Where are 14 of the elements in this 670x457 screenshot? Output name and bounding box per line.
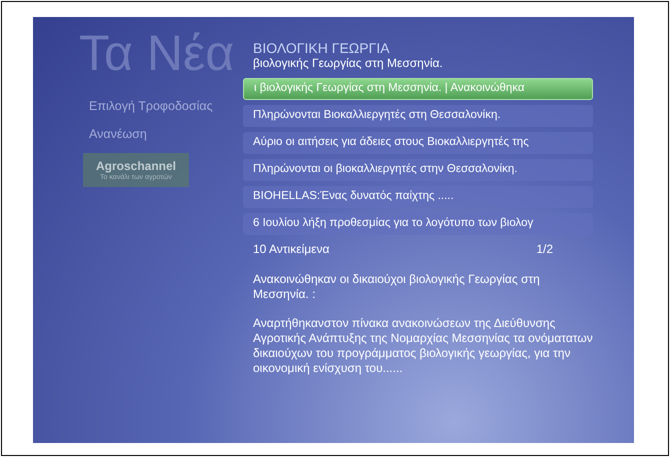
menu-item[interactable]: Ανανέωση (89, 125, 243, 143)
feed-title: ΒΙΟΛΟΓΙΚΗ ΓΕΩΡΓΙΑ (253, 41, 391, 56)
logo-name: Agroschannel (96, 158, 176, 172)
news-item[interactable]: BIOHELLAS:Ένας δυνατός παίχτης ..... (243, 186, 593, 208)
menu-item[interactable]: Επιλογή Τροφοδοσίας (89, 97, 243, 115)
feed-subtitle: βιολογικής Γεωργίας στη Μεσσηνία. (253, 56, 444, 70)
page-indicator: 1/2 (536, 241, 553, 258)
news-item[interactable]: 6 Ιουλίου λήξη προθεσμίας για το λογότυπο των βιολογ (243, 213, 593, 235)
news-item[interactable]: Πληρώνονται Βιοκαλλιεργητές στη Θεσσαλονίκη. (243, 105, 593, 127)
description-paragraph: Αναρτήθηκανστον πίνακα ανακοινώσεων της Διεύθυνσης Αγροτικής Ανάπτυξης της Νομαρχίας Μεσσηνίας τα ονόματατων δικαιούχων του προγράμματος βιολογικής γεωργίας, για την οικονομική ενίσχυση του...... (253, 316, 593, 376)
news-item[interactable]: Αύριο οι αιτήσεις για άδειες στους Βιοκαλλιεργητές της (243, 132, 593, 154)
description-paragraph: Ανακοινώθηκαν οι δικαιούχοι βιολογικής Γεωργίας στη Μεσσηνία. : (253, 272, 541, 302)
item-count: 10 Αντικείμενα (253, 241, 330, 258)
news-item[interactable]: Πληρώνονται οι βιοκαλλιεργητές στην Θεσσαλονίκη. (243, 159, 593, 181)
